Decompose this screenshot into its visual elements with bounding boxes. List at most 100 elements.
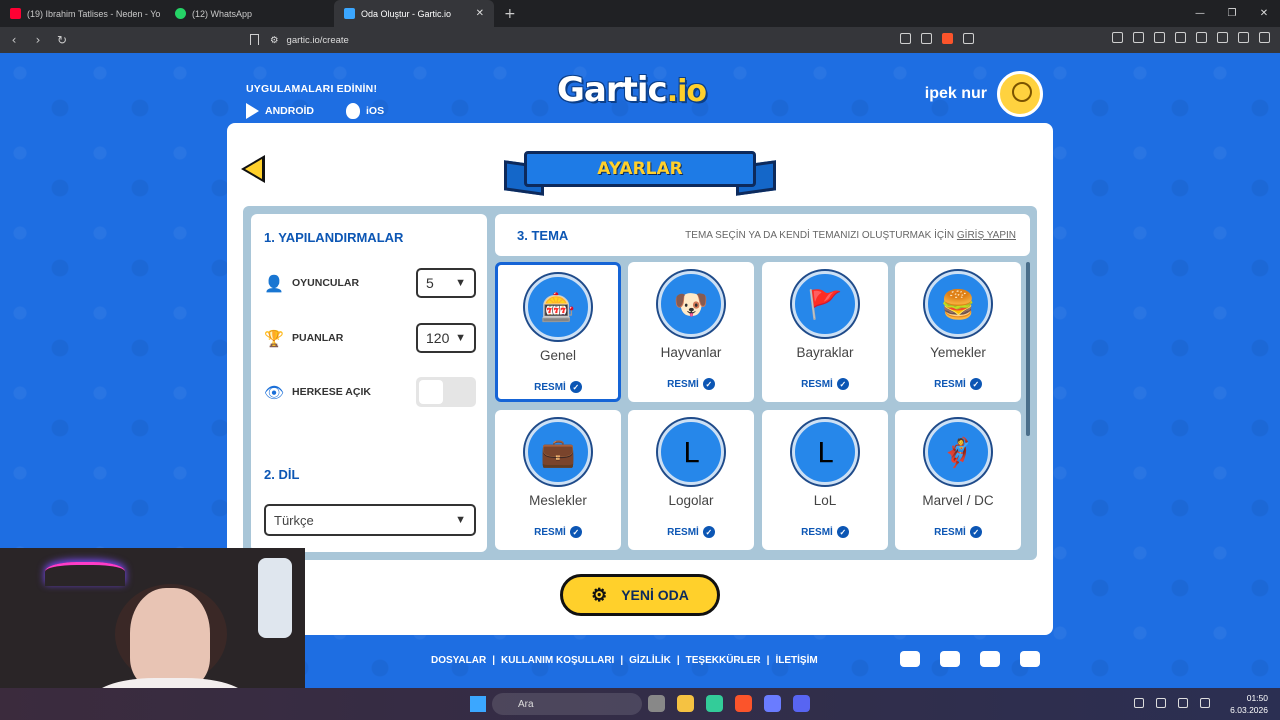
new-room-button[interactable]: ⚙ YENİ ODA	[560, 574, 720, 616]
close-tab-icon[interactable]: ✕	[476, 8, 484, 19]
shield-icon[interactable]	[942, 33, 953, 44]
music-icon[interactable]	[1154, 32, 1165, 43]
streamer-face	[130, 588, 210, 688]
time: 01:50	[1246, 693, 1268, 703]
theme-card[interactable]: 🚩 Bayraklar RESMİ ✓	[762, 262, 888, 402]
theme-card[interactable]: 💼 Meslekler RESMİ ✓	[495, 410, 621, 550]
microphone	[258, 558, 292, 638]
check-icon: ✓	[836, 526, 849, 538]
menu-icon[interactable]	[1259, 32, 1270, 43]
footer-link[interactable]: KULLANIM KOŞULLARI	[501, 655, 614, 666]
wallet-icon[interactable]	[1196, 32, 1207, 43]
clock[interactable]: 01:50 6.03.2026	[1230, 692, 1268, 716]
theme-scrollbar[interactable]	[1026, 262, 1030, 436]
footer-link[interactable]: İLETİŞİM	[775, 655, 817, 666]
official-label: RESMİ	[934, 378, 966, 390]
forward-icon[interactable]: ›	[28, 33, 48, 47]
players-select[interactable]: 5 ▼	[416, 268, 476, 298]
theme-card[interactable]: L LoL RESMİ ✓	[762, 410, 888, 550]
share-icon[interactable]	[921, 33, 932, 44]
language-select[interactable]: Türkçe ▼	[264, 504, 476, 536]
back-arrow-icon[interactable]	[241, 155, 269, 185]
apple-icon	[346, 103, 360, 119]
minimize-button[interactable]: —	[1184, 0, 1216, 27]
tab-youtube[interactable]: (19) Ibrahim Tatlises - Neden - Yo	[0, 0, 165, 27]
tab-gartic[interactable]: Oda Oluştur - Gartic.io ✕	[334, 0, 494, 27]
new-tab-button[interactable]: +	[504, 6, 516, 22]
chevron-up-icon[interactable]	[1134, 698, 1144, 708]
network-icon[interactable]	[1178, 698, 1188, 708]
close-window-button[interactable]: ✕	[1248, 0, 1280, 27]
restore-button[interactable]: ❐	[1216, 0, 1248, 27]
url-field[interactable]: ⚙ gartic.io/create	[270, 31, 990, 50]
user-profile[interactable]: ipek nur	[925, 71, 1043, 117]
theme-card[interactable]: 🎰 Genel RESMİ ✓	[495, 262, 621, 402]
check-icon: ✓	[702, 378, 715, 390]
extensions-icon[interactable]	[1112, 32, 1123, 43]
points-label: PUANLAR	[292, 332, 344, 344]
theme-card[interactable]: 🍔 Yemekler RESMİ ✓	[895, 262, 1021, 402]
app-icon[interactable]	[764, 695, 781, 712]
discord-icon[interactable]	[793, 695, 810, 712]
twitter-icon[interactable]	[900, 651, 920, 667]
check-icon: ✓	[969, 526, 982, 538]
youtube-icon[interactable]	[940, 651, 960, 667]
brave-icon[interactable]	[735, 695, 752, 712]
gartic-logo[interactable]: Gartic.io	[557, 70, 707, 110]
logo-suffix: .io	[666, 74, 707, 109]
settings-title: AYARLAR	[524, 151, 756, 187]
language-value: Türkçe	[274, 512, 314, 528]
public-label: HERKESE AÇIK	[292, 386, 371, 398]
android-link[interactable]: ANDROİD	[246, 103, 314, 119]
date: 6.03.2026	[1230, 705, 1268, 715]
cast-icon[interactable]	[900, 33, 911, 44]
screenshot-icon[interactable]	[1133, 32, 1144, 43]
theme-hint-text: TEMA SEÇİN YA DA KENDİ TEMANIZI OLUŞTURM…	[685, 229, 955, 241]
theme-card[interactable]: L Logolar RESMİ ✓	[628, 410, 754, 550]
ios-link[interactable]: iOS	[346, 103, 384, 119]
reload-icon[interactable]: ↻	[52, 33, 72, 47]
public-toggle[interactable]	[416, 377, 476, 407]
system-tray	[1134, 698, 1210, 708]
theme-name: Hayvanlar	[660, 345, 722, 360]
footer-link[interactable]: GİZLİLİK	[629, 655, 671, 666]
official-label: RESMİ	[801, 526, 833, 538]
points-select[interactable]: 120 ▼	[416, 323, 476, 353]
ai-icon[interactable]	[1217, 32, 1228, 43]
rewards-icon[interactable]	[963, 33, 974, 44]
theme-header: 3. TEMA TEMA SEÇİN YA DA KENDİ TEMANIZI …	[495, 214, 1030, 256]
login-link[interactable]: GİRİŞ YAPIN	[957, 230, 1016, 241]
footer-link[interactable]: TEŞEKKÜRLER	[686, 655, 761, 666]
tab-whatsapp[interactable]: (12) WhatsApp	[165, 0, 330, 27]
task-view-icon[interactable]	[648, 695, 665, 712]
discord-icon[interactable]	[1020, 651, 1040, 667]
theme-card[interactable]: 🦸 Marvel / DC RESMİ ✓	[895, 410, 1021, 550]
sidebar-icon[interactable]	[1175, 32, 1186, 43]
official-badge: RESMİ ✓	[534, 381, 582, 393]
mic-icon[interactable]	[1156, 698, 1166, 708]
taskbar-apps	[648, 695, 810, 712]
official-label: RESMİ	[934, 526, 966, 538]
store-links: ANDROİD iOS	[246, 103, 384, 119]
app-icon[interactable]	[706, 695, 723, 712]
instagram-icon[interactable]	[980, 651, 1000, 667]
windows-start-icon[interactable]	[470, 696, 486, 712]
bookmark-icon[interactable]	[250, 34, 259, 45]
file-explorer-icon[interactable]	[677, 695, 694, 712]
official-label: RESMİ	[534, 526, 566, 538]
site-info-icon[interactable]: ⚙	[270, 35, 279, 46]
theme-card[interactable]: 🐶 Hayvanlar RESMİ ✓	[628, 262, 754, 402]
official-badge: RESMİ ✓	[801, 526, 849, 538]
vpn-icon[interactable]	[1238, 32, 1249, 43]
points-value: 120	[426, 330, 450, 346]
avatar[interactable]	[997, 71, 1043, 117]
taskbar-search[interactable]: Ara	[492, 693, 642, 715]
back-icon[interactable]: ‹	[4, 33, 24, 47]
ios-label: iOS	[366, 105, 385, 117]
official-badge: RESMİ ✓	[667, 526, 715, 538]
footer-link[interactable]: DOSYALAR	[431, 655, 486, 666]
footer-separator: |	[676, 655, 680, 666]
volume-icon[interactable]	[1200, 698, 1210, 708]
extensions	[1112, 32, 1270, 43]
official-badge: RESMİ ✓	[934, 378, 982, 390]
